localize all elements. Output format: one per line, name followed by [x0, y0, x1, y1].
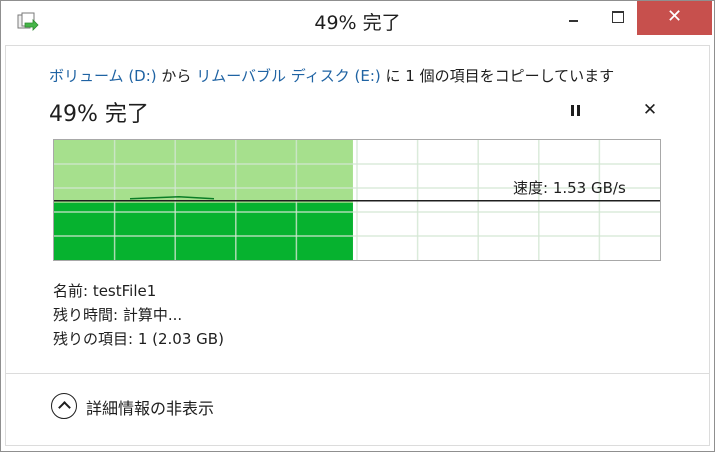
description-from: から — [156, 67, 197, 85]
progress-percent-text: 49% 完了 — [49, 102, 149, 127]
destination-link[interactable]: リムーバブル ディスク (E:) — [196, 67, 381, 85]
cancel-button[interactable]: ✕ — [639, 99, 661, 121]
time-remaining: 残り時間: 計算中... — [53, 306, 183, 324]
details-section: 名前: testFile1 残り時間: 計算中... 残りの項目: 1 (2.0… — [53, 279, 224, 351]
divider — [6, 373, 709, 374]
speed-label: 速度: 1.53 GB/s — [513, 179, 626, 197]
copy-description: ボリューム (D:) から リムーバブル ディスク (E:) に 1 個の項目を… — [49, 65, 614, 86]
maximize-button[interactable] — [591, 1, 641, 35]
minimize-icon — [569, 20, 578, 22]
items-remaining: 残りの項目: 1 (2.03 GB) — [53, 330, 224, 348]
copy-dialog-window: 49% 完了 ✕ ボリューム (D:) から リムーバブル ディスク (E:) … — [0, 0, 715, 452]
pause-icon — [571, 105, 574, 116]
maximize-icon — [612, 11, 624, 23]
close-icon: ✕ — [666, 6, 683, 27]
toggle-details-label: 詳細情報の非表示 — [86, 399, 215, 418]
pause-button[interactable] — [567, 102, 585, 120]
description-rest: に 1 個の項目をコピーしています — [380, 67, 615, 85]
title-bar[interactable]: 49% 完了 ✕ — [1, 1, 714, 43]
window-close-button[interactable]: ✕ — [637, 1, 712, 35]
chevron-up-icon — [51, 393, 77, 419]
transfer-speed-graph — [53, 139, 661, 261]
source-link[interactable]: ボリューム (D:) — [49, 67, 157, 85]
file-name: 名前: testFile1 — [53, 282, 157, 300]
graph-canvas — [54, 140, 660, 260]
